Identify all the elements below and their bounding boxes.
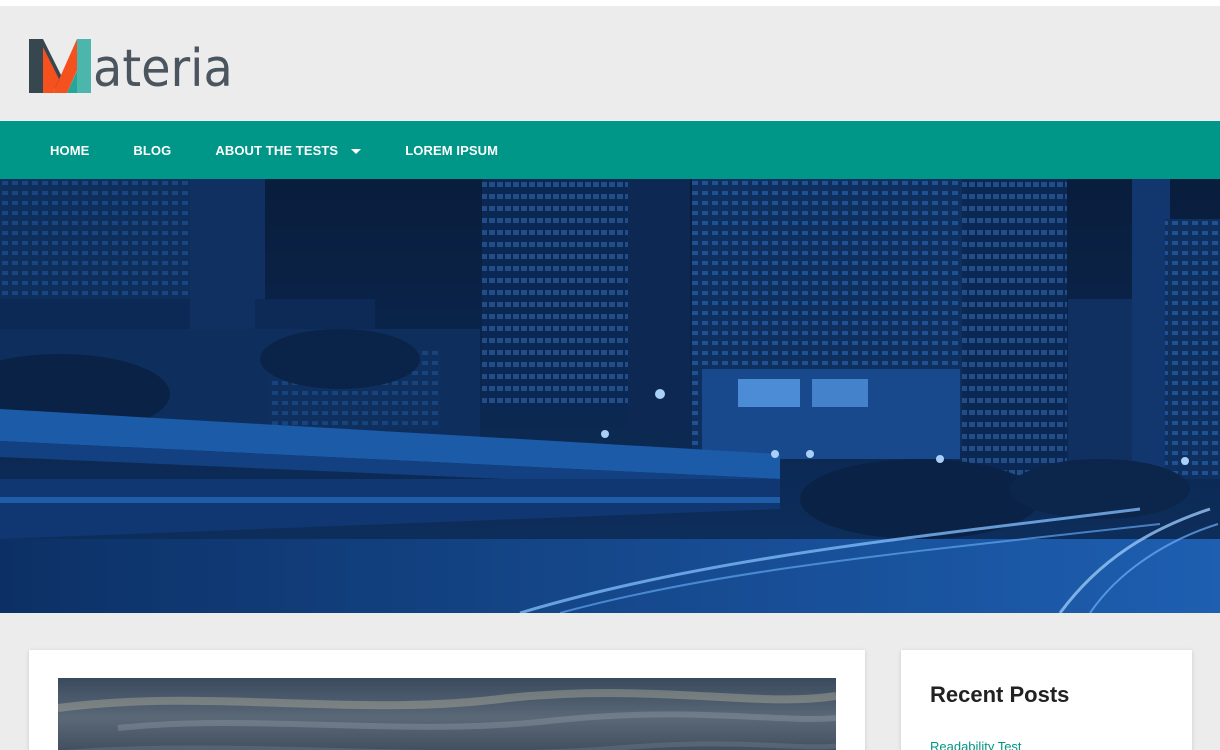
main-navigation: HOME BLOG ABOUT THE TESTS LOREM IPSUM [0,121,1220,179]
nav-about-the-tests[interactable]: ABOUT THE TESTS [215,142,362,158]
nav-lorem-ipsum[interactable]: LOREM IPSUM [405,143,498,158]
nav-about-label: ABOUT THE TESTS [215,142,339,158]
chevron-down-icon [351,148,362,154]
nav-blog[interactable]: BLOG [133,143,171,158]
sidebar-widget: Recent Posts Readability Test [901,650,1192,750]
widget-title: Recent Posts [930,682,1070,707]
site-header: ateria [0,6,1220,121]
sunset-sky-icon [58,678,836,750]
site-logo[interactable]: ateria [29,33,245,99]
recent-post-link[interactable]: Readability Test [930,739,1022,750]
nav-blog-label: BLOG [133,142,172,158]
hero-banner [0,179,1220,613]
post-card [29,650,865,750]
logo-wordmark: ateria [93,39,233,99]
nav-home-label: HOME [50,142,90,158]
nav-home[interactable]: HOME [50,143,89,158]
materia-logo-icon [29,39,91,93]
post-thumbnail[interactable] [58,678,836,750]
nav-lorem-label: LOREM IPSUM [405,142,499,158]
city-night-skyline-icon [0,179,1220,613]
